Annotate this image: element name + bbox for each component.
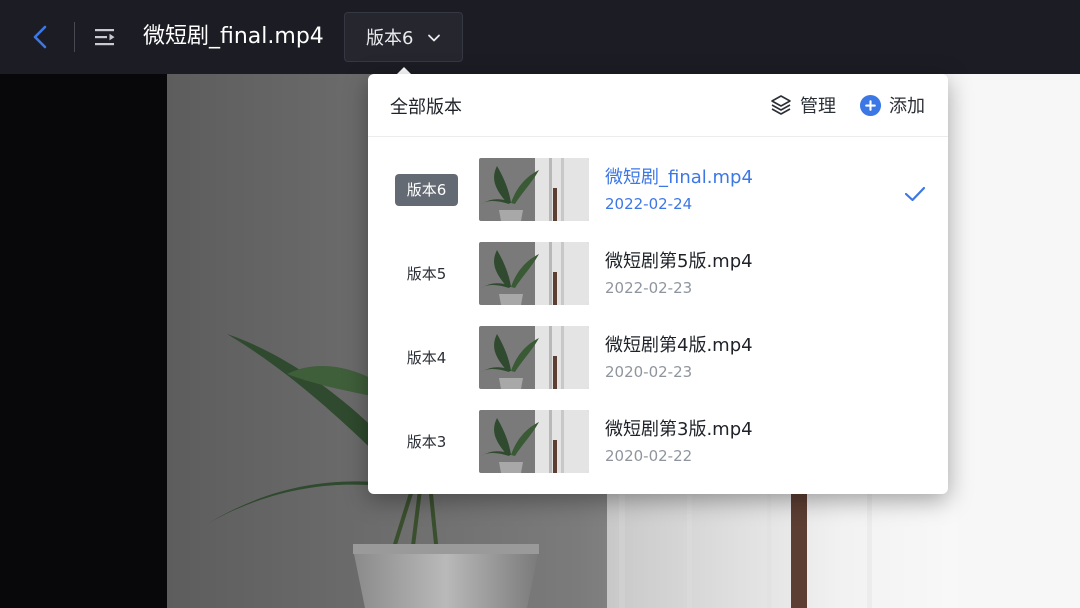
version-tag: 版本3 xyxy=(406,433,447,451)
manage-button[interactable]: 管理 xyxy=(769,92,836,118)
layers-icon xyxy=(771,95,791,115)
version-item-3[interactable]: 版本3 微短剧第3版.mp4 2020-02-22 xyxy=(368,410,948,482)
thumbnail-image xyxy=(479,326,589,389)
version-item-6[interactable]: 版本6 微短剧_final.mp4 2022-02-24 xyxy=(368,158,948,230)
add-button[interactable]: 添加 xyxy=(859,92,925,118)
version-tag: 版本6 xyxy=(395,174,458,206)
dropdown-header: 全部版本 管理 添加 xyxy=(368,74,948,137)
version-date: 2022-02-23 xyxy=(605,279,693,297)
version-select-label: 版本6 xyxy=(366,28,414,49)
back-arrow-icon xyxy=(33,25,47,49)
episode-list-icon xyxy=(95,29,115,46)
chevron-down-icon xyxy=(428,34,440,42)
video-version-app: 微短剧_final.mp4 版本6 全部版本 管理 添加 版本6 微短剧_fin… xyxy=(0,0,1080,608)
version-item-5[interactable]: 版本5 微短剧第5版.mp4 2022-02-23 xyxy=(368,242,948,314)
version-select[interactable]: 版本6 xyxy=(344,12,463,62)
version-date: 2020-02-23 xyxy=(605,363,693,381)
plus-circle-icon xyxy=(859,94,882,116)
version-file-name: 微短剧第3版.mp4 xyxy=(605,419,753,440)
video-thumbnail xyxy=(479,410,589,473)
video-thumbnail xyxy=(479,242,589,305)
thumbnail-image xyxy=(479,410,589,473)
thumbnail-image xyxy=(479,158,589,221)
manage-label: 管理 xyxy=(800,96,836,117)
back-button[interactable] xyxy=(26,22,54,52)
check-icon xyxy=(904,186,926,202)
thumbnail-image xyxy=(479,242,589,305)
video-thumbnail xyxy=(479,158,589,221)
file-title: 微短剧_final.mp4 xyxy=(143,24,324,49)
version-tag: 版本5 xyxy=(406,265,447,283)
video-thumbnail xyxy=(479,326,589,389)
top-bar: 微短剧_final.mp4 版本6 xyxy=(0,0,1080,74)
episode-list-button[interactable] xyxy=(92,26,118,48)
version-dropdown: 全部版本 管理 添加 版本6 微短剧_final.mp4 2022-02-24 … xyxy=(368,74,948,494)
version-tag: 版本4 xyxy=(406,349,447,367)
dropdown-title: 全部版本 xyxy=(390,97,462,118)
version-file-name: 微短剧第4版.mp4 xyxy=(605,335,753,356)
version-file-name: 微短剧_final.mp4 xyxy=(605,167,753,188)
version-item-4[interactable]: 版本4 微短剧第4版.mp4 2020-02-23 xyxy=(368,326,948,398)
add-label: 添加 xyxy=(889,96,925,117)
version-file-name: 微短剧第5版.mp4 xyxy=(605,251,753,272)
version-date: 2020-02-22 xyxy=(605,447,693,465)
player-letterbox xyxy=(0,74,167,608)
version-date: 2022-02-24 xyxy=(605,195,693,213)
toolbar-divider xyxy=(74,22,75,52)
